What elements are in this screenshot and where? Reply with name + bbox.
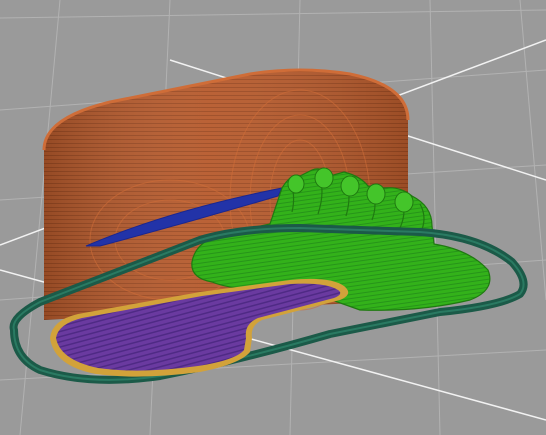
slicer-3d-viewport[interactable] bbox=[0, 0, 546, 435]
scene-canvas[interactable] bbox=[0, 0, 546, 435]
